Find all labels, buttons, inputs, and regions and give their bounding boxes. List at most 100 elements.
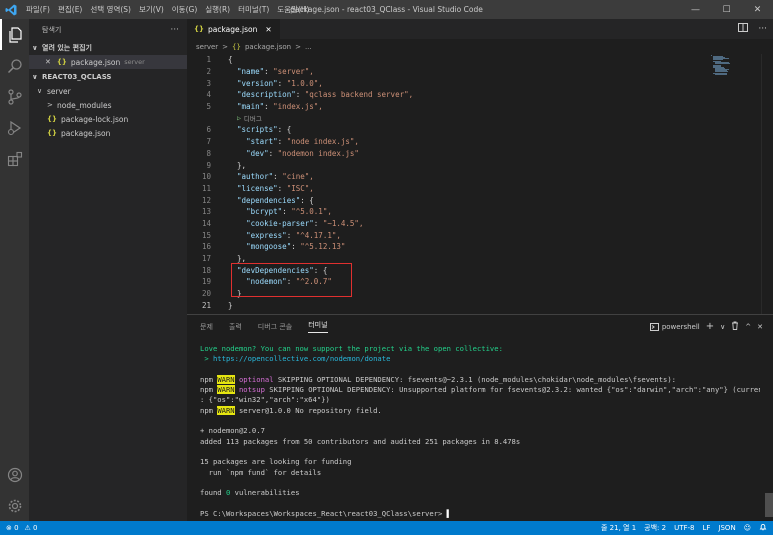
code-line: 1{ [187, 54, 707, 66]
tree-item[interactable]: {} package.json [29, 126, 187, 140]
code-line: 13 "bcrypt": "^5.0.1", [187, 206, 707, 218]
terminal-prompt[interactable]: PS C:\Workspaces\Workspaces_React\react0… [200, 509, 760, 519]
explorer-icon[interactable] [0, 19, 29, 50]
breadcrumb-item[interactable]: ... [305, 43, 312, 51]
code-line: 11 "license": "ISC", [187, 183, 707, 195]
open-editors-section[interactable]: ∨ 열려 있는 편집기 [29, 41, 187, 55]
account-icon[interactable] [0, 459, 29, 490]
open-editor-item[interactable]: ✕ {} package.json server [29, 55, 187, 69]
code-content: "license": "ISC", [237, 183, 314, 193]
code-content: "scripts": { [237, 125, 292, 135]
code-content: "start": "node index.js", [246, 137, 359, 147]
tree-item[interactable]: ∨ server [29, 84, 187, 98]
minimize-button[interactable]: — [680, 0, 711, 19]
line-number: 16 [201, 242, 211, 252]
minimap[interactable] [709, 54, 759, 84]
kill-terminal-icon[interactable] [731, 321, 739, 332]
code-line: 15 "express": "^4.17.1", [187, 229, 707, 241]
panel-tab[interactable]: 문제 [200, 322, 213, 332]
encoding[interactable]: UTF-8 [674, 524, 694, 532]
panel-tabs: 문제 출력 디버그 콘솔 터미널 powershell + ∨ ^ ✕ [187, 315, 773, 338]
code-content: "name": "server", [237, 67, 314, 77]
code-line: 8 "dev": "nodemon index.js" [187, 148, 707, 160]
code-line: 12 "dependencies": { [187, 194, 707, 206]
line-number: 13 [201, 207, 211, 217]
terminal-shell-selector[interactable]: powershell [649, 322, 700, 331]
terminal-dropdown-icon[interactable]: ∨ [720, 323, 725, 331]
breadcrumb-item: > [295, 42, 301, 51]
end-of-line[interactable]: LF [702, 524, 710, 532]
vscode-logo-icon [0, 0, 22, 19]
editor-actions: ··· [738, 19, 767, 39]
menu-item[interactable]: 편집(E) [54, 0, 86, 19]
close-window-button[interactable]: ✕ [742, 0, 773, 19]
terminal-line: + nodemon@2.0.7 [200, 426, 265, 436]
menu-item[interactable]: 선택 영역(S) [86, 0, 135, 19]
tree-item-label: package-lock.json [60, 114, 129, 124]
indentation[interactable]: 공백: 2 [644, 523, 666, 533]
menu-item[interactable]: 터미널(T) [234, 0, 273, 19]
problems-warnings[interactable]: ⚠ 0 [25, 524, 38, 532]
new-terminal-button[interactable]: + [706, 321, 714, 332]
search-icon[interactable] [0, 50, 29, 81]
code-content: }, [237, 254, 247, 264]
close-tab-icon[interactable]: ✕ [265, 25, 271, 34]
run-debug-icon[interactable] [0, 112, 29, 143]
problems-errors[interactable]: ⊗ 0 [6, 524, 19, 532]
breadcrumb-item[interactable]: server [196, 43, 218, 51]
editor-area: {} package.json ✕ ··· server >{} package.j… [187, 19, 773, 314]
menu-item[interactable]: 실행(R) [201, 0, 234, 19]
maximize-panel-icon[interactable]: ^ [745, 323, 751, 331]
warn-badge: WARN [217, 385, 235, 395]
code-line: 3 "version": "1.0.0", [187, 77, 707, 89]
menu-item[interactable]: 보기(V) [135, 0, 168, 19]
more-actions-button[interactable]: ··· [170, 25, 179, 35]
close-editor-icon[interactable]: ✕ [45, 58, 51, 66]
feedback-icon[interactable]: ☺ [744, 524, 751, 532]
code-line: 16 "mongoose": "^5.12.13" [187, 241, 707, 253]
line-number: 1 [206, 55, 211, 65]
cursor-position[interactable]: 줄 21, 열 1 [601, 523, 636, 533]
panel-tab[interactable]: 터미널 [308, 320, 328, 333]
json-file-icon[interactable]: {} [232, 43, 241, 51]
more-actions-icon[interactable]: ··· [758, 24, 767, 34]
terminal-scrollbar[interactable] [765, 493, 773, 517]
code-line: 9 }, [187, 159, 707, 171]
tree-item-label: node_modules [57, 100, 112, 110]
project-section[interactable]: ∨ REACT03_QCLASS [29, 70, 187, 84]
tab-package-json[interactable]: {} package.json ✕ [187, 19, 280, 39]
menu-bar: 파일(F) 편집(E) 선택 영역(S) 보기(V) 이동(G) 실행(R) 터미널(T) 도… [22, 0, 313, 19]
split-editor-icon[interactable] [738, 23, 749, 35]
editor-scrollbar[interactable] [761, 54, 773, 314]
language-mode[interactable]: JSON [718, 524, 735, 532]
debug-codelens[interactable]: ▷ 디버그 [187, 112, 707, 124]
tree-item[interactable]: > node_modules [29, 98, 187, 112]
source-control-icon[interactable] [0, 81, 29, 112]
menu-item[interactable]: 도움말(H) [273, 0, 313, 19]
maximize-button[interactable]: ☐ [711, 0, 742, 19]
code-line: 10 "author": "cine", [187, 171, 707, 183]
extensions-icon[interactable] [0, 143, 29, 174]
terminal-line: Love nodemon? You can now support the pr… [200, 344, 503, 353]
terminal-output[interactable]: Love nodemon? You can now support the pr… [200, 344, 760, 519]
terminal-line: npm WARN optional SKIPPING OPTIONAL DEPE… [200, 374, 677, 384]
panel-tab[interactable]: 출력 [229, 322, 242, 332]
tree-item[interactable]: {} package-lock.json [29, 112, 187, 126]
donate-link[interactable]: https://opencollective.com/nodemon/donat… [213, 354, 390, 363]
menu-item[interactable]: 파일(F) [22, 0, 54, 19]
breadcrumb-item[interactable]: package.json [245, 43, 291, 51]
code-content: "author": "cine", [237, 172, 314, 182]
line-number: 5 [206, 102, 211, 112]
code-content: "dependencies": { [237, 195, 314, 205]
title-bar: 파일(F) 편집(E) 선택 영역(S) 보기(V) 이동(G) 실행(R) 터미널(T) 도… [0, 0, 773, 19]
terminal-line: npm WARN server@1.0.0 No repository fiel… [200, 405, 382, 415]
panel-tab[interactable]: 디버그 콘솔 [258, 322, 292, 332]
breadcrumb-item: > [222, 42, 229, 51]
settings-gear-icon[interactable] [0, 490, 29, 521]
line-number: 11 [201, 183, 211, 193]
notifications-bell-icon[interactable] [759, 523, 767, 533]
close-panel-icon[interactable]: ✕ [757, 323, 763, 331]
menu-item[interactable]: 이동(G) [168, 0, 201, 19]
code-content: "description": "qclass backend server", [237, 90, 414, 100]
code-content: "cookie-parser": "~1.4.5", [246, 218, 364, 228]
